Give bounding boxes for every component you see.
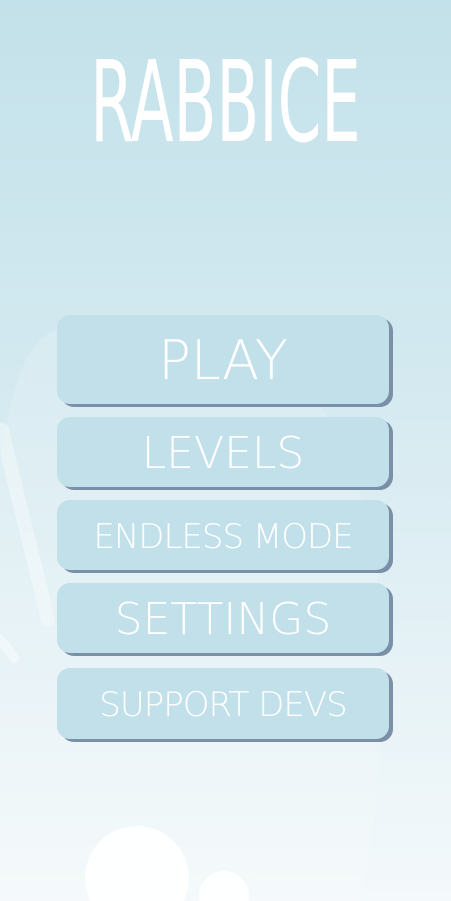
endless-mode-button[interactable]: ENDLESS MODE bbox=[57, 500, 389, 570]
play-button[interactable]: PLAY bbox=[57, 315, 389, 404]
settings-button[interactable]: SETTINGS bbox=[57, 583, 389, 653]
game-title-logo: RABBICE bbox=[90, 38, 361, 168]
levels-button[interactable]: LEVELS bbox=[57, 417, 389, 487]
support-devs-button[interactable]: SUPPORT DEVS bbox=[57, 668, 389, 739]
